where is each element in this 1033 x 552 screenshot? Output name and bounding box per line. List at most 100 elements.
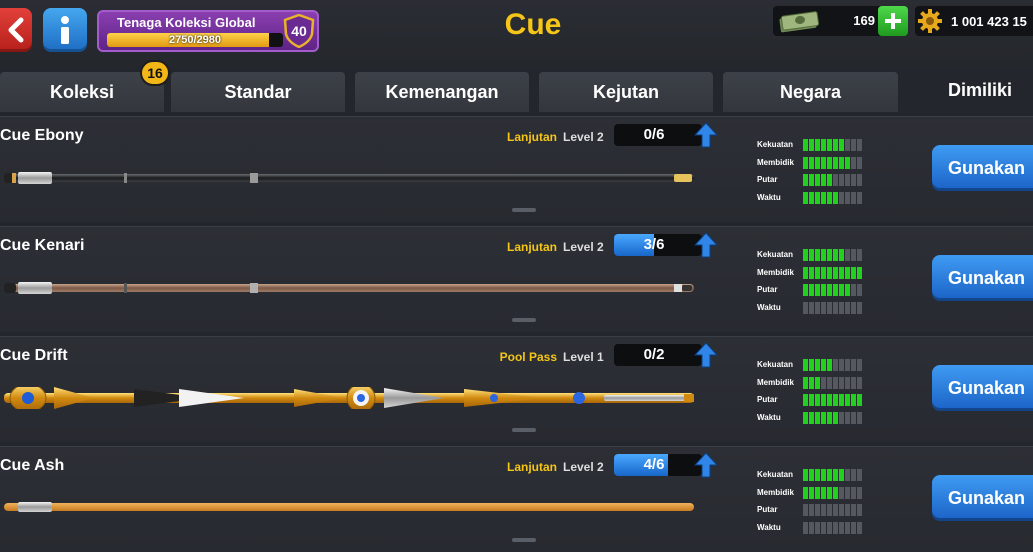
cue-row: Cue Ash Lanjutan Level 2 4/6 Kekuatan Me… xyxy=(0,446,1033,552)
cue-name: Cue Drift xyxy=(0,347,68,364)
upgrade-arrow-icon[interactable] xyxy=(694,122,718,148)
cue-stick-image xyxy=(4,502,694,512)
stat-bars xyxy=(803,266,862,279)
stat-time: Waktu xyxy=(757,190,877,208)
stat-bars xyxy=(803,284,862,296)
cash-stack-icon xyxy=(779,11,820,33)
stat-time: Waktu xyxy=(757,520,877,538)
stat-bars xyxy=(803,139,862,151)
progress-text: 4/6 xyxy=(643,456,665,473)
add-cash-button[interactable] xyxy=(878,6,908,36)
tab-dimiliki[interactable]: Dimiliki xyxy=(910,68,1033,112)
tab-koleksi[interactable]: Koleksi xyxy=(0,72,164,112)
upgrade-arrow-icon[interactable] xyxy=(694,232,718,258)
cue-row: Cue Ebony Lanjutan Level 2 0/6 Kekuatan … xyxy=(0,116,1033,222)
stat-bars xyxy=(803,521,862,534)
cue-stats: Kekuatan Membidik Putar Waktu xyxy=(757,247,877,317)
cue-stats: Kekuatan Membidik Putar Waktu xyxy=(757,467,877,537)
cue-stick-image xyxy=(4,387,694,409)
row-handle xyxy=(512,538,536,542)
stat-bars xyxy=(803,249,862,261)
coins-value: 1 001 423 15 xyxy=(951,14,1027,29)
plus-icon xyxy=(885,13,901,29)
cue-name: Cue Ebony xyxy=(0,127,84,144)
cue-upgrade-progress: 3/6 xyxy=(614,234,702,256)
stat-time: Waktu xyxy=(757,300,877,318)
cue-stats: Kekuatan Membidik Putar Waktu xyxy=(757,357,877,427)
stat-bars xyxy=(803,394,862,406)
header-bar: Tenaga Koleksi Global 2750/2980 40 Cue 1… xyxy=(0,0,1033,68)
stat-label: Putar xyxy=(757,285,778,294)
row-handle xyxy=(512,428,536,432)
cue-row: Cue Drift Pool Pass Level 1 0/2 Kekuatan xyxy=(0,336,1033,442)
stat-spin: Putar xyxy=(757,282,877,300)
stat-label: Waktu xyxy=(757,192,781,202)
stat-label: Putar xyxy=(757,175,778,184)
koleksi-notification-badge: 16 xyxy=(140,60,170,86)
stat-aim: Membidik xyxy=(757,485,877,503)
stat-label: Putar xyxy=(757,505,778,514)
stat-label: Kekuatan xyxy=(757,470,794,479)
stat-bars xyxy=(803,504,862,516)
cue-stick-image xyxy=(4,282,694,294)
stat-power: Kekuatan xyxy=(757,137,877,155)
stat-time: Waktu xyxy=(757,410,877,428)
coins-counter[interactable]: 1 001 423 15 xyxy=(915,6,1033,36)
stat-aim: Membidik xyxy=(757,155,877,173)
cue-name: Cue Kenari xyxy=(0,237,85,254)
upgrade-arrow-icon[interactable] xyxy=(694,342,718,368)
cue-level: Level 2 xyxy=(563,240,604,254)
tab-kemenangan[interactable]: Kemenangan xyxy=(355,72,529,112)
stat-bars xyxy=(803,156,862,169)
cue-upgrade-progress: 0/6 xyxy=(614,124,702,146)
stat-bars xyxy=(803,301,862,314)
stat-label: Membidik xyxy=(757,487,794,497)
stat-bars xyxy=(803,469,862,481)
stat-label: Waktu xyxy=(757,302,781,312)
stat-power: Kekuatan xyxy=(757,357,877,375)
cue-stick-image xyxy=(4,172,694,184)
tab-negara[interactable]: Negara xyxy=(723,72,898,112)
stat-label: Membidik xyxy=(757,267,794,277)
cue-level: Level 2 xyxy=(563,460,604,474)
stat-label: Putar xyxy=(757,395,778,404)
stat-spin: Putar xyxy=(757,392,877,410)
stat-power: Kekuatan xyxy=(757,247,877,265)
use-cue-button[interactable]: Gunakan xyxy=(932,365,1033,411)
stat-bars xyxy=(803,486,862,499)
cue-type: Lanjutan xyxy=(507,240,557,254)
stat-label: Kekuatan xyxy=(757,140,794,149)
progress-text: 0/2 xyxy=(643,346,665,363)
cue-name: Cue Ash xyxy=(0,457,65,474)
cue-upgrade-progress: 4/6 xyxy=(614,454,702,476)
coin-gear-icon xyxy=(918,9,942,33)
tab-standar[interactable]: Standar xyxy=(171,72,345,112)
row-handle xyxy=(512,318,536,322)
cue-upgrade-progress: 0/2 xyxy=(614,344,702,366)
stat-label: Waktu xyxy=(757,412,781,422)
stat-label: Membidik xyxy=(757,157,794,167)
cue-level: Level 2 xyxy=(563,130,604,144)
tab-kejutan[interactable]: Kejutan xyxy=(539,72,713,112)
use-cue-button[interactable]: Gunakan xyxy=(932,475,1033,521)
use-cue-button[interactable]: Gunakan xyxy=(932,145,1033,191)
stat-label: Waktu xyxy=(757,522,781,532)
stat-aim: Membidik xyxy=(757,375,877,393)
cue-type: Lanjutan xyxy=(507,130,557,144)
upgrade-arrow-icon[interactable] xyxy=(694,452,718,478)
stat-spin: Putar xyxy=(757,172,877,190)
row-handle xyxy=(512,208,536,212)
cue-stats: Kekuatan Membidik Putar Waktu xyxy=(757,137,877,207)
stat-power: Kekuatan xyxy=(757,467,877,485)
use-cue-button[interactable]: Gunakan xyxy=(932,255,1033,301)
cash-value: 169 xyxy=(853,13,875,28)
stat-label: Kekuatan xyxy=(757,250,794,259)
cue-level: Level 1 xyxy=(563,350,604,364)
stat-label: Kekuatan xyxy=(757,360,794,369)
stat-bars xyxy=(803,191,862,204)
stat-bars xyxy=(803,359,862,371)
stat-label: Membidik xyxy=(757,377,794,387)
cue-type: Pool Pass xyxy=(499,350,557,364)
progress-text: 0/6 xyxy=(643,126,665,143)
progress-text: 3/6 xyxy=(643,236,665,253)
